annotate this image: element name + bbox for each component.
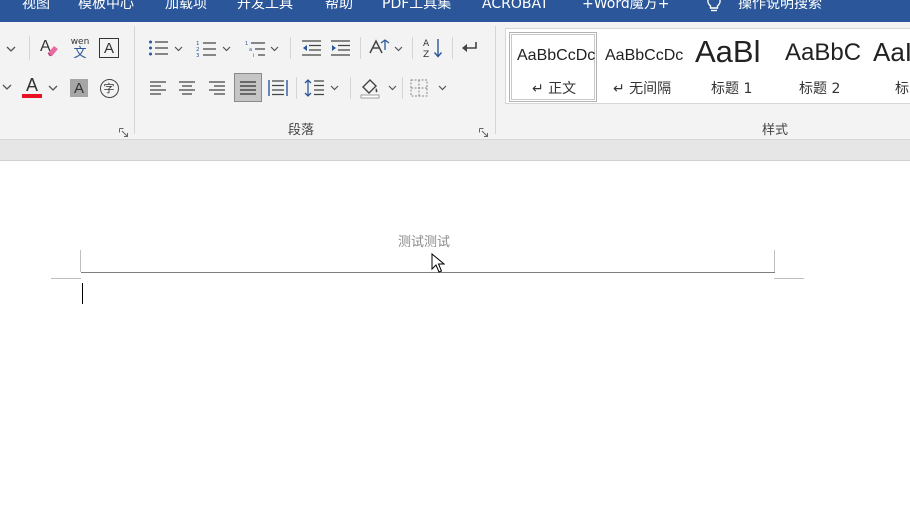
font-size-dropdown[interactable] bbox=[2, 42, 20, 56]
align-right-button[interactable] bbox=[206, 78, 228, 98]
char-shading-button[interactable]: A bbox=[68, 77, 90, 99]
distributed-button[interactable] bbox=[266, 77, 290, 99]
svg-text:1: 1 bbox=[245, 41, 248, 47]
ruler-area bbox=[0, 140, 910, 161]
decrease-indent-icon bbox=[302, 40, 321, 56]
ribbon: A wen 文 A A A 字 1 2 3 1 a i A Z 段落 AaBbC… bbox=[0, 22, 910, 140]
chinese-layout-button[interactable] bbox=[367, 37, 391, 59]
svg-text:3: 3 bbox=[196, 53, 200, 57]
text-caret bbox=[82, 283, 83, 304]
menu-acrobat[interactable]: ACROBAT bbox=[482, 0, 549, 15]
line-spacing-icon bbox=[304, 79, 324, 97]
paragraph-group-label: 段落 bbox=[288, 123, 315, 138]
clear-format-button[interactable]: A bbox=[38, 36, 62, 60]
paragraph-dialog-launcher[interactable] bbox=[479, 122, 488, 137]
bullets-dropdown[interactable] bbox=[172, 44, 184, 54]
bullets-icon bbox=[149, 40, 168, 56]
font-dialog-launcher[interactable] bbox=[119, 122, 128, 137]
menu-addins[interactable]: 加载项 bbox=[165, 0, 207, 15]
style-heading-1[interactable]: AaBl 标题 1 bbox=[689, 32, 775, 102]
borders-button[interactable] bbox=[408, 77, 430, 99]
header-text[interactable]: 测试测试 bbox=[398, 231, 450, 250]
bullets-button[interactable] bbox=[147, 38, 169, 58]
font-color-button[interactable]: A bbox=[20, 75, 44, 99]
menu-developer[interactable]: 开发工具 bbox=[237, 0, 293, 15]
phonetic-guide-button[interactable]: wen 文 bbox=[68, 36, 92, 62]
tell-me-search[interactable]: 操作说明搜索 bbox=[738, 0, 822, 15]
crop-mark-top-right-v bbox=[774, 250, 775, 272]
multilevel-list-icon: 1ai bbox=[245, 41, 265, 57]
shading-button[interactable] bbox=[358, 76, 382, 100]
svg-text:i: i bbox=[253, 53, 254, 57]
menu-view[interactable]: 视图 bbox=[22, 0, 50, 15]
sort-icon: AZ bbox=[423, 39, 443, 59]
chinese-layout-dropdown[interactable] bbox=[392, 44, 404, 54]
align-center-button[interactable] bbox=[176, 78, 198, 98]
numbering-button[interactable]: 123 bbox=[195, 38, 217, 58]
shading-dropdown[interactable] bbox=[386, 83, 398, 93]
menu-help[interactable]: 帮助 bbox=[325, 0, 353, 15]
eraser-icon: A bbox=[39, 37, 61, 59]
font-color-dropdown[interactable] bbox=[47, 82, 59, 94]
paragraph-mark-icon bbox=[462, 42, 477, 52]
crop-mark-top-left-v bbox=[80, 250, 81, 272]
font-color-swatch bbox=[22, 94, 42, 98]
decrease-indent-button[interactable] bbox=[300, 38, 322, 58]
menu-word-mofang[interactable]: +Word魔方+ bbox=[582, 0, 669, 15]
numbering-icon: 123 bbox=[196, 41, 216, 57]
enclose-char-button[interactable]: 字 bbox=[98, 77, 120, 99]
svg-text:Z: Z bbox=[423, 50, 429, 59]
lightbulb-icon[interactable] bbox=[705, 0, 723, 16]
chinese-layout-icon bbox=[369, 39, 390, 54]
distributed-icon bbox=[268, 80, 288, 96]
borders-icon bbox=[410, 79, 428, 97]
justify-icon bbox=[240, 80, 256, 95]
show-marks-button[interactable] bbox=[458, 38, 480, 58]
sort-button[interactable]: AZ bbox=[422, 36, 444, 60]
style-title[interactable]: AaI 标 bbox=[865, 32, 910, 102]
styles-group-label: 样式 bbox=[762, 123, 789, 138]
line-spacing-dropdown[interactable] bbox=[328, 83, 340, 93]
borders-dropdown[interactable] bbox=[436, 83, 448, 93]
styles-gallery: AaBbCcDc ↵ 正文 AaBbCcDc ↵ 无间隔 AaBl 标题 1 A… bbox=[505, 28, 910, 104]
mouse-pointer-icon bbox=[431, 252, 446, 277]
increase-indent-button[interactable] bbox=[329, 38, 351, 58]
multilevel-list-button[interactable]: 1ai bbox=[244, 38, 266, 58]
style-heading-2[interactable]: AaBbC 标题 2 bbox=[777, 32, 863, 102]
header-border-line bbox=[81, 272, 775, 273]
align-left-icon bbox=[150, 81, 166, 95]
align-right-icon bbox=[209, 81, 225, 95]
char-border-button[interactable]: A bbox=[98, 37, 120, 59]
paint-bucket-icon bbox=[360, 79, 380, 99]
svg-text:A: A bbox=[423, 39, 430, 49]
align-left-button[interactable] bbox=[147, 78, 169, 98]
menu-pdf-tools[interactable]: PDF工具集 bbox=[382, 0, 451, 15]
style-normal[interactable]: AaBbCcDc ↵ 正文 bbox=[509, 32, 597, 102]
align-center-icon bbox=[179, 81, 195, 95]
crop-mark-top-right-h bbox=[774, 278, 804, 279]
text-effects-dropdown[interactable] bbox=[2, 80, 12, 94]
numbering-dropdown[interactable] bbox=[220, 44, 232, 54]
line-spacing-button[interactable] bbox=[303, 77, 325, 99]
document-page[interactable]: 测试测试 bbox=[1, 161, 910, 506]
justify-button[interactable] bbox=[234, 73, 262, 102]
menu-template-center[interactable]: 模板中心 bbox=[78, 0, 134, 15]
multilevel-dropdown[interactable] bbox=[268, 44, 280, 54]
svg-text:a: a bbox=[249, 47, 252, 53]
style-no-spacing[interactable]: AaBbCcDc ↵ 无间隔 bbox=[599, 32, 687, 102]
increase-indent-icon bbox=[331, 40, 350, 56]
crop-mark-top-left-h bbox=[51, 278, 81, 279]
menu-bar: 视图 模板中心 加载项 开发工具 帮助 PDF工具集 ACROBAT +Word… bbox=[0, 0, 910, 22]
